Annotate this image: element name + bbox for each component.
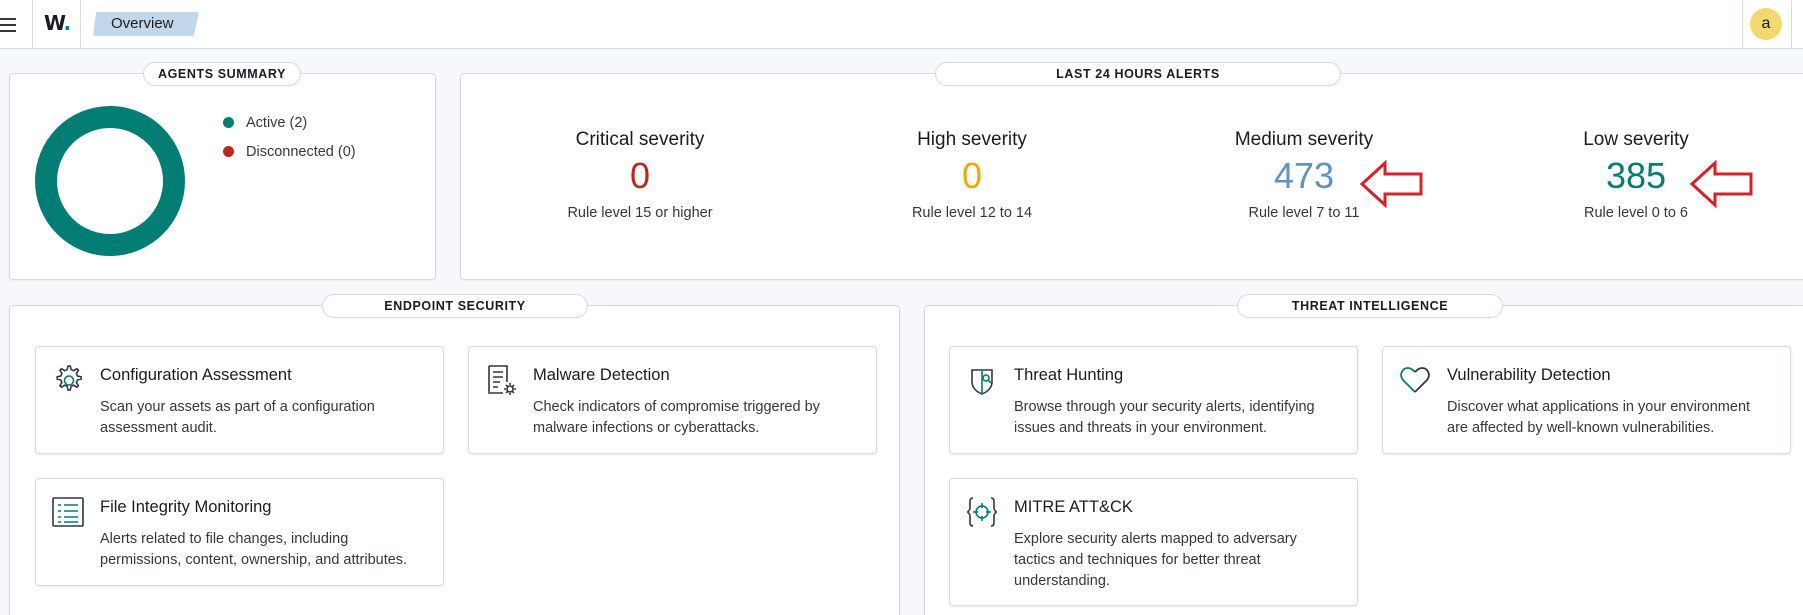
alert-high-count[interactable]: 0 — [822, 155, 1122, 197]
divider — [1742, 0, 1743, 48]
divider — [80, 0, 81, 48]
card-description: Check indicators of compromise triggered… — [533, 399, 820, 436]
alert-critical-count[interactable]: 0 — [490, 155, 790, 197]
legend-label-disconnected: Disconnected (0) — [246, 144, 356, 160]
card-malware-detection[interactable]: Malware Detection Check indicators of co… — [468, 346, 877, 454]
card-title: MITRE ATT&CK — [1014, 498, 1133, 516]
card-description: Scan your assets as part of a configurat… — [100, 399, 375, 436]
card-configuration-assessment[interactable]: Configuration Assessment Scan your asset… — [35, 346, 444, 454]
annotation-arrow-left-icon — [1359, 160, 1423, 208]
card-title: Configuration Assessment — [100, 366, 292, 384]
annotation-arrow-left-icon — [1689, 160, 1753, 208]
card-description: Browse through your security alerts, ide… — [1014, 399, 1315, 436]
card-description: Explore security alerts mapped to advers… — [1014, 531, 1297, 589]
alert-low-title: Low severity — [1583, 129, 1689, 150]
alerts-title: LAST 24 HOURS ALERTS — [935, 62, 1341, 86]
heart-icon — [1400, 367, 1430, 393]
gear-icon — [56, 365, 82, 391]
alert-high: High severity 0 Rule level 12 to 14 — [822, 129, 1122, 221]
document-gear-icon — [488, 365, 516, 395]
agents-summary-title: AGENTS SUMMARY — [143, 62, 301, 86]
card-title: File Integrity Monitoring — [100, 498, 272, 516]
agents-summary-panel: Active (2) Disconnected (0) — [9, 73, 436, 280]
alert-critical-title: Critical severity — [575, 129, 705, 150]
app-logo[interactable]: W. — [44, 11, 71, 35]
list-icon — [52, 497, 84, 527]
card-vulnerability-detection[interactable]: Vulnerability Detection Discover what ap… — [1382, 346, 1791, 454]
card-threat-hunting[interactable]: Threat Hunting Browse through your secur… — [949, 346, 1358, 454]
endpoint-security-title: ENDPOINT SECURITY — [322, 294, 588, 318]
donut-segment-active[interactable] — [35, 106, 185, 256]
card-title: Threat Hunting — [1014, 366, 1124, 384]
shield-icon — [971, 369, 993, 395]
threat-intelligence-panel: Threat Hunting Browse through your secur… — [924, 305, 1803, 615]
divider — [32, 0, 33, 48]
legend-swatch-disconnected — [223, 146, 234, 157]
divider — [1791, 0, 1792, 48]
legend-label-active: Active (2) — [246, 115, 308, 131]
legend-swatch-active — [223, 117, 234, 128]
threat-intelligence-title: THREAT INTELLIGENCE — [1237, 294, 1503, 318]
card-description: Alerts related to file changes, includin… — [100, 531, 408, 568]
alert-high-rule: Rule level 12 to 14 — [911, 205, 1033, 221]
legend-item-active[interactable]: Active (2) — [223, 115, 307, 131]
alert-high-title: High severity — [917, 129, 1027, 150]
alert-critical: Critical severity 0 Rule level 15 or hig… — [490, 129, 790, 221]
endpoint-security-panel: Configuration Assessment Scan your asset… — [9, 305, 900, 615]
alert-medium-title: Medium severity — [1234, 129, 1374, 150]
alerts-panel: Critical severity 0 Rule level 15 or hig… — [460, 73, 1803, 280]
top-bar: W. Overview a — [0, 0, 1803, 49]
legend-item-disconnected[interactable]: Disconnected (0) — [223, 144, 356, 160]
agents-donut-chart[interactable] — [35, 106, 185, 256]
alert-critical-rule: Rule level 15 or higher — [567, 205, 713, 221]
crosshair-braces-icon — [966, 497, 998, 527]
card-title: Vulnerability Detection — [1447, 366, 1611, 384]
user-avatar[interactable]: a — [1750, 8, 1782, 40]
card-mitre-attack[interactable]: MITRE ATT&CK Explore security alerts map… — [949, 478, 1358, 606]
card-file-integrity-monitoring[interactable]: File Integrity Monitoring Alerts related… — [35, 478, 444, 586]
breadcrumb-overview[interactable]: Overview — [93, 12, 199, 36]
card-title: Malware Detection — [533, 366, 670, 384]
card-description: Discover what applications in your envir… — [1447, 399, 1751, 436]
hamburger-menu-icon[interactable] — [0, 14, 18, 34]
